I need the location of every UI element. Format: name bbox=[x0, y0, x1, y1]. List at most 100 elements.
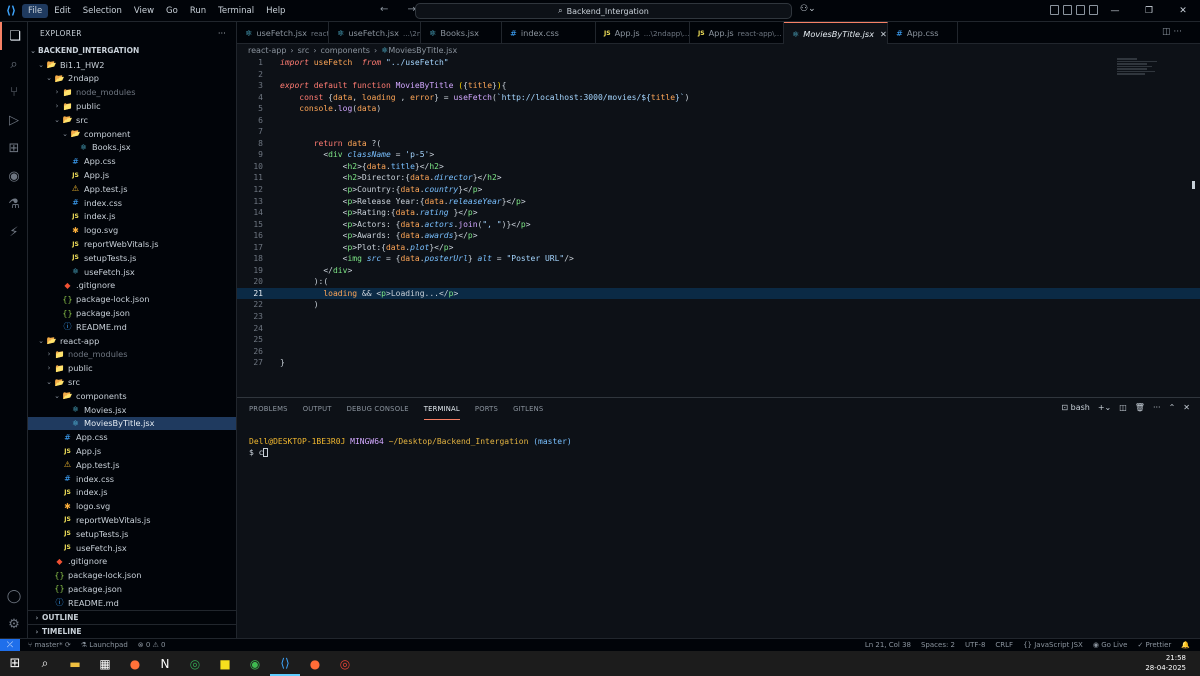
code-line[interactable]: 21 loading && <p>Loading...</p> bbox=[237, 287, 1200, 300]
code-line[interactable]: 2 bbox=[237, 69, 1200, 81]
code-line[interactable]: 7 bbox=[237, 126, 1200, 138]
tree-item[interactable]: {} package-lock.json bbox=[28, 292, 236, 306]
code-line[interactable]: 12 <p>Country:{data.country}</p> bbox=[237, 184, 1200, 196]
tree-item[interactable]: ⚠ App.test.js bbox=[28, 182, 236, 196]
tree-item[interactable]: JS setupTests.js bbox=[28, 527, 236, 541]
workspace-root[interactable]: ⌄ BACKEND_INTERGATION bbox=[28, 44, 236, 58]
account-icon[interactable]: ◯ bbox=[0, 582, 28, 610]
app-icon[interactable]: ◉ bbox=[240, 651, 270, 676]
panel-tab-output[interactable]: OUTPUT bbox=[303, 398, 332, 420]
editor-tab[interactable]: # App.css bbox=[888, 22, 958, 44]
code-line[interactable]: 14 <p>Rating:{data.rating }</p> bbox=[237, 207, 1200, 219]
toggle-secondary-sidebar-icon[interactable] bbox=[1089, 5, 1098, 15]
notion-icon[interactable]: N bbox=[150, 651, 180, 676]
tree-item[interactable]: › 📁 node_modules bbox=[28, 348, 236, 362]
vscode-icon[interactable]: ⟨⟩ bbox=[270, 651, 300, 676]
cursor-position[interactable]: Ln 21, Col 38 bbox=[865, 641, 911, 649]
terminal-input-line[interactable]: $ c bbox=[249, 447, 572, 458]
code-line[interactable]: 11 <h2>Director:{data.director}</h2> bbox=[237, 172, 1200, 184]
editor-tab[interactable]: JS App.js react-app\... bbox=[690, 22, 784, 44]
breadcrumb-item[interactable]: src bbox=[298, 46, 310, 55]
code-line[interactable]: 6 bbox=[237, 115, 1200, 127]
tree-item[interactable]: ⌄ 📂 components bbox=[28, 389, 236, 403]
tree-item[interactable]: ⌄ 📂 src bbox=[28, 113, 236, 127]
tree-item[interactable]: ⌄ 📂 component bbox=[28, 127, 236, 141]
close-panel-icon[interactable]: ✕ bbox=[1183, 403, 1190, 412]
toggle-sidebar-icon[interactable] bbox=[1063, 5, 1072, 15]
search-view-icon[interactable]: ⌕ bbox=[0, 50, 28, 78]
code-line[interactable]: 8 return data ?( bbox=[237, 138, 1200, 150]
source-control-icon[interactable]: ⑂ bbox=[0, 78, 28, 106]
firefox-icon[interactable]: ● bbox=[120, 651, 150, 676]
tree-item[interactable]: › 📁 public bbox=[28, 99, 236, 113]
minimap[interactable] bbox=[1117, 57, 1177, 97]
notifications-icon[interactable]: 🔔 bbox=[1181, 641, 1190, 649]
problems-status[interactable]: ⊗ 0 ⚠ 0 bbox=[138, 641, 166, 649]
run-debug-icon[interactable]: ▷ bbox=[0, 106, 28, 134]
extensions-icon[interactable]: ⊞ bbox=[0, 134, 28, 162]
code-line[interactable]: 17 <p>Plot:{data.plot}</p> bbox=[237, 242, 1200, 254]
tree-item[interactable]: JS setupTests.js bbox=[28, 251, 236, 265]
code-line[interactable]: 20 ):( bbox=[237, 276, 1200, 288]
tree-item[interactable]: # index.css bbox=[28, 472, 236, 486]
windows-start-icon[interactable]: ⊞ bbox=[0, 651, 30, 676]
testing-icon[interactable]: ⚗ bbox=[0, 190, 28, 218]
editor-tab[interactable]: JS App.js ...\2ndapp\... bbox=[596, 22, 690, 44]
tree-item[interactable]: ⚛ MoviesByTitle.jsx bbox=[28, 416, 236, 431]
menu-run[interactable]: Run bbox=[184, 0, 212, 22]
panel-tab-debug-console[interactable]: DEBUG CONSOLE bbox=[347, 398, 409, 420]
tree-item[interactable]: ⚛ Books.jsx bbox=[28, 141, 236, 155]
maximize-panel-icon[interactable]: ⌃ bbox=[1169, 403, 1176, 412]
chrome-icon[interactable]: ◎ bbox=[180, 651, 210, 676]
tree-item[interactable]: {} package.json bbox=[28, 306, 236, 320]
code-line[interactable]: 10 <h2>{data.title}</h2> bbox=[237, 161, 1200, 173]
terminal-output[interactable]: Dell@DESKTOP-1BE3R0J MINGW64 ~/Desktop/B… bbox=[249, 436, 572, 458]
menu-go[interactable]: Go bbox=[160, 0, 184, 22]
search-icon[interactable]: ⌕ bbox=[30, 651, 60, 676]
tree-item[interactable]: › 📁 public bbox=[28, 361, 236, 375]
code-editor[interactable]: 1 import useFetch from "../useFetch" 2 3 exp… bbox=[237, 57, 1200, 397]
tree-item[interactable]: JS App.js bbox=[28, 444, 236, 458]
editor-tab[interactable]: ⚛ Books.jsx bbox=[421, 22, 502, 44]
outline-section[interactable]: › OUTLINE bbox=[28, 610, 236, 624]
tree-item[interactable]: # App.css bbox=[28, 154, 236, 168]
restore-icon[interactable]: ❐ bbox=[1132, 6, 1166, 16]
tree-item[interactable]: JS index.js bbox=[28, 210, 236, 224]
breadcrumb-item[interactable]: components bbox=[321, 46, 370, 55]
code-line[interactable]: 9 <div className = 'p-5'> bbox=[237, 149, 1200, 161]
sticky-notes-icon[interactable]: ■ bbox=[210, 651, 240, 676]
tree-item[interactable]: ⚠ App.test.js bbox=[28, 458, 236, 472]
more-actions-icon[interactable]: ··· bbox=[218, 29, 226, 38]
tree-item[interactable]: # App.css bbox=[28, 430, 236, 444]
tree-item[interactable]: ⌄ 📂 react-app bbox=[28, 334, 236, 348]
code-line[interactable]: 13 <p>Release Year:{data.releaseYear}</p… bbox=[237, 196, 1200, 208]
tree-item[interactable]: ⓘ README.md bbox=[28, 320, 236, 334]
tree-item[interactable]: › 📁 node_modules bbox=[28, 85, 236, 99]
layout-icon[interactable] bbox=[1050, 5, 1059, 15]
more-actions-icon[interactable]: ··· bbox=[1153, 403, 1161, 412]
go-live-button[interactable]: ◉ Go Live bbox=[1093, 641, 1128, 649]
code-line[interactable]: 16 <p>Awards: {data.awards}</p> bbox=[237, 230, 1200, 242]
tree-item[interactable]: JS reportWebVitals.js bbox=[28, 237, 236, 251]
new-terminal-icon[interactable]: +⌄ bbox=[1098, 403, 1111, 412]
code-line[interactable]: 27} bbox=[237, 357, 1200, 369]
code-line[interactable]: 15 <p>Actors: {data.actors.join(", ")}</… bbox=[237, 219, 1200, 231]
language-mode[interactable]: {} JavaScript JSX bbox=[1023, 641, 1083, 649]
editor-tab[interactable]: # index.css bbox=[502, 22, 596, 44]
editor-tab[interactable]: ⚛useFetch.jsxreact-app\... bbox=[237, 22, 329, 44]
panel-tab-problems[interactable]: PROBLEMS bbox=[249, 398, 288, 420]
postman-icon[interactable]: ● bbox=[300, 651, 330, 676]
tree-item[interactable]: ⌄ 📂 src bbox=[28, 375, 236, 389]
tree-item[interactable]: ⚛ Movies.jsx bbox=[28, 403, 236, 417]
code-line[interactable]: 24 bbox=[237, 323, 1200, 335]
explorer-icon[interactable]: ❏ bbox=[0, 22, 28, 50]
editor-tab[interactable]: ⚛ MoviesByTitle.jsx ✕ bbox=[784, 22, 888, 44]
toggle-panel-icon[interactable] bbox=[1076, 5, 1085, 15]
split-editor-icon[interactable]: ◫ ··· bbox=[1162, 27, 1192, 37]
command-center-search[interactable]: ⌕ Backend_Intergation bbox=[415, 3, 792, 19]
chrome-profile-icon[interactable]: ◎ bbox=[330, 651, 360, 676]
panel-tab-terminal[interactable]: TERMINAL bbox=[423, 398, 460, 420]
code-line[interactable]: 23 bbox=[237, 311, 1200, 323]
settings-gear-icon[interactable]: ⚙ bbox=[0, 610, 28, 638]
code-line[interactable]: 26 bbox=[237, 346, 1200, 358]
